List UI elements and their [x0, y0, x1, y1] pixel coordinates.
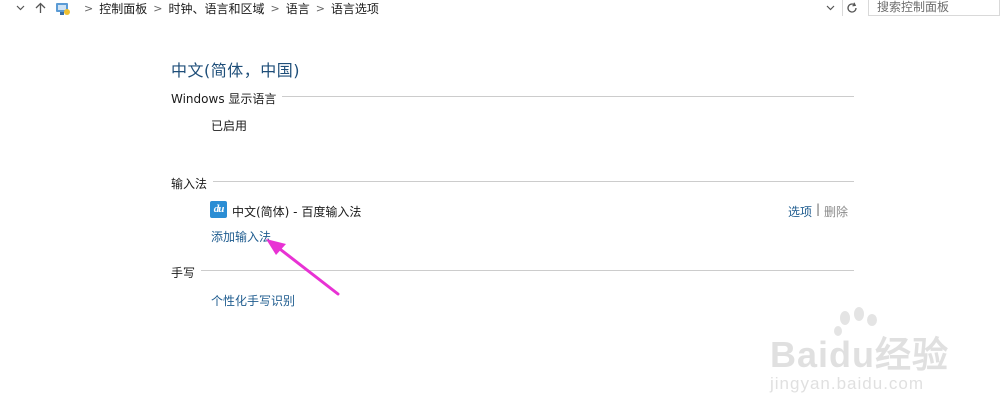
- personalize-handwriting-link[interactable]: 个性化手写识别: [211, 292, 295, 309]
- watermark-url: jingyan.baidu.com: [770, 374, 925, 393]
- section-divider: [171, 181, 854, 182]
- breadcrumb-separator-icon: >: [153, 1, 163, 15]
- section-divider: [171, 270, 854, 271]
- watermark-brand: Baidu经验: [770, 334, 950, 375]
- display-language-heading: Windows 显示语言: [171, 90, 283, 107]
- add-input-method-link[interactable]: 添加输入法: [211, 228, 271, 245]
- address-bar[interactable]: > 控制面板 > 时钟、语言和区域 > 语言 > 语言选项: [50, 0, 840, 16]
- recent-locations-chevron-icon[interactable]: [12, 0, 28, 16]
- refresh-icon[interactable]: [842, 0, 860, 16]
- baidu-ime-icon: du: [210, 201, 227, 218]
- breadcrumb-separator-icon: >: [270, 1, 280, 15]
- up-arrow-icon[interactable]: [32, 0, 48, 16]
- address-dropdown-chevron-icon[interactable]: [822, 0, 838, 16]
- breadcrumb-separator-icon: >: [84, 1, 94, 15]
- breadcrumb-language-options[interactable]: 语言选项: [331, 0, 379, 17]
- ime-options-link[interactable]: 选项: [788, 203, 812, 220]
- ime-remove-link[interactable]: 删除: [824, 203, 848, 220]
- breadcrumb-separator-icon: >: [315, 1, 325, 15]
- ime-name: 中文(简体) - 百度输入法: [232, 205, 362, 219]
- control-panel-icon: [54, 1, 72, 15]
- page-title: 中文(简体，中国): [171, 61, 300, 80]
- link-separator: |: [816, 202, 821, 216]
- search-control-panel-input[interactable]: [868, 0, 1000, 16]
- breadcrumb-control-panel[interactable]: 控制面板: [99, 0, 147, 17]
- baidu-jingyan-watermark: Baidu经验 jingyan.baidu.com: [768, 304, 1000, 414]
- breadcrumb-clock-language-region[interactable]: 时钟、语言和区域: [168, 0, 264, 17]
- handwriting-heading: 手写: [171, 264, 202, 281]
- display-language-status: 已启用: [211, 119, 248, 133]
- input-method-heading: 输入法: [171, 175, 214, 192]
- breadcrumb-language[interactable]: 语言: [286, 0, 310, 17]
- address-toolbar: > 控制面板 > 时钟、语言和区域 > 语言 > 语言选项: [0, 0, 1000, 18]
